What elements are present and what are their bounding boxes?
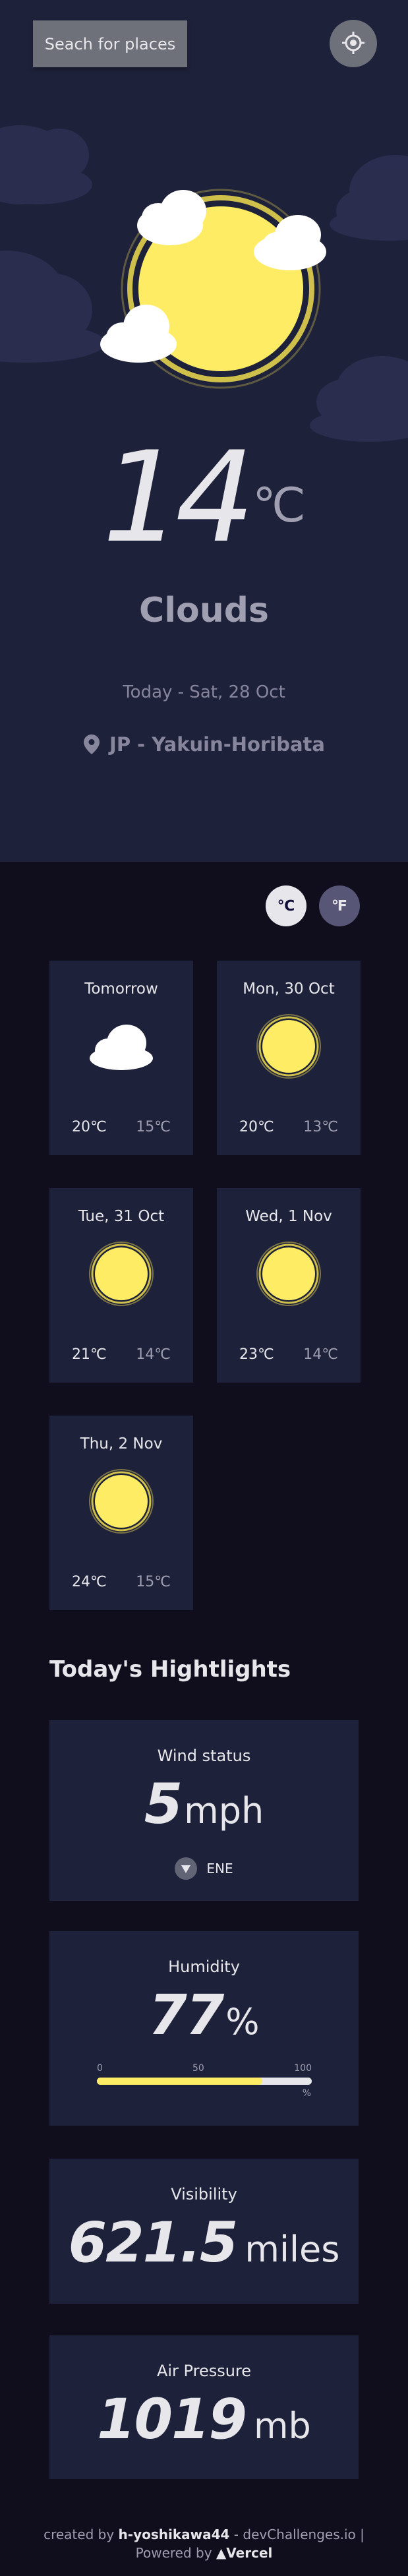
forecast-max-temp: 20℃ (72, 1119, 107, 1135)
humidity-progress-bar (97, 2078, 312, 2085)
sun-icon (256, 1242, 321, 1306)
pressure-value: 1019 mb (49, 2387, 359, 2451)
weather-hero-illustration (0, 99, 408, 442)
current-weather-panel: Seach for places 14 ℃ Clouds Today - Sat… (0, 0, 408, 862)
forecast-max-temp: 24℃ (72, 1574, 107, 1590)
humidity-progress-fill (97, 2078, 263, 2085)
wind-status-card: Wind status 5 mph ENE (49, 1720, 359, 1901)
forecast-min-temp: 13℃ (303, 1119, 338, 1135)
forecast-min-temp: 14℃ (136, 1346, 171, 1363)
forecast-min-temp: 14℃ (303, 1346, 338, 1363)
current-location: JP - Yakuin-Horibata (0, 733, 408, 756)
humidity-scale: 0 50 100 (97, 2063, 312, 2076)
wind-unit: mph (184, 1790, 264, 1832)
forecast-day: Mon, 30 Oct (243, 980, 335, 998)
location-pin-icon (84, 734, 100, 754)
forecast-card: Wed, 1 Nov 23℃ 14℃ (217, 1188, 361, 1383)
wind-direction-text: ENE (206, 1861, 233, 1876)
visibility-value: 621.5 miles (49, 2210, 359, 2275)
scale-100: 100 (294, 2063, 312, 2074)
forecast-day: Tomorrow (84, 980, 158, 998)
forecast-day: Wed, 1 Nov (245, 1208, 332, 1225)
highlights-title: Today's Hightlights (49, 1656, 291, 1683)
temperature-value: 14 (102, 425, 255, 570)
forecast-card: Mon, 30 Oct 20℃ 13℃ (217, 961, 361, 1155)
footer-powered: Powered by ▲Vercel (0, 2544, 408, 2562)
location-text: JP - Yakuin-Horibata (109, 733, 325, 756)
visibility-label: Visibility (171, 2185, 237, 2203)
footer-prefix: created by (44, 2527, 119, 2542)
wind-value: 5 mph (49, 1772, 359, 1836)
forecast-max-temp: 23℃ (239, 1346, 274, 1363)
forecast-day: Thu, 2 Nov (80, 1435, 163, 1453)
sun-icon (89, 1469, 154, 1534)
footer-credit: created by h-yoshikawa44 - devChallenges… (0, 2525, 408, 2544)
powered-by-text: Powered by (135, 2545, 216, 2561)
author-link[interactable]: h-yoshikawa44 (119, 2527, 230, 2542)
forecast-min-temp: 15℃ (136, 1574, 171, 1590)
visibility-card: Visibility 621.5 miles (49, 2159, 359, 2304)
celsius-toggle-button[interactable]: ℃ (266, 885, 306, 926)
forecast-day: Tue, 31 Oct (78, 1208, 165, 1225)
humidity-label: Humidity (168, 1958, 240, 1976)
visibility-number: 621.5 (68, 2210, 239, 2275)
sun-icon (256, 1014, 321, 1079)
fahrenheit-toggle-button[interactable]: ℉ (319, 885, 360, 926)
pressure-number: 1019 (97, 2387, 247, 2451)
wind-direction: ENE (49, 1857, 359, 1880)
current-temperature: 14 ℃ (0, 435, 408, 560)
current-location-button[interactable] (330, 20, 377, 67)
footer-middle: - devChallenges.io | (229, 2527, 364, 2542)
weather-condition: Clouds (139, 591, 269, 630)
temperature-unit: ℃ (252, 477, 306, 533)
pressure-label: Air Pressure (156, 2362, 252, 2380)
forecast-max-temp: 21℃ (72, 1346, 107, 1363)
scale-0: 0 (97, 2063, 103, 2074)
forecast-card: Tue, 31 Oct 21℃ 14℃ (49, 1188, 193, 1383)
forecast-max-temp: 20℃ (239, 1119, 274, 1135)
humidity-card: Humidity 77 % 0 50 100 % (49, 1931, 359, 2126)
current-date: Today - Sat, 28 Oct (123, 682, 285, 702)
wind-speed: 5 (144, 1772, 183, 1836)
sun-icon (89, 1242, 154, 1306)
visibility-unit: miles (245, 2229, 340, 2270)
forecast-card: Thu, 2 Nov 24℃ 15℃ (49, 1416, 193, 1610)
scale-50: 50 (192, 2063, 204, 2074)
vercel-logo-link[interactable]: ▲Vercel (216, 2545, 272, 2561)
cloud-icon (90, 1025, 153, 1070)
gps-crosshair-icon (341, 30, 366, 57)
humidity-value: 77 % (49, 1983, 359, 2047)
humidity-number: 77 (148, 1983, 224, 2047)
navigation-arrow-icon (175, 1857, 198, 1880)
search-places-button[interactable]: Seach for places (33, 20, 187, 67)
air-pressure-card: Air Pressure 1019 mb (49, 2335, 359, 2479)
pressure-unit: mb (253, 2405, 311, 2447)
wind-label: Wind status (157, 1747, 251, 1765)
scale-percent-label: % (302, 2088, 311, 2099)
humidity-unit: % (225, 2001, 260, 2043)
footer: created by h-yoshikawa44 - devChallenges… (0, 2525, 408, 2562)
forecast-card: Tomorrow 20℃ 15℃ (49, 961, 193, 1155)
forecast-min-temp: 15℃ (136, 1119, 171, 1135)
